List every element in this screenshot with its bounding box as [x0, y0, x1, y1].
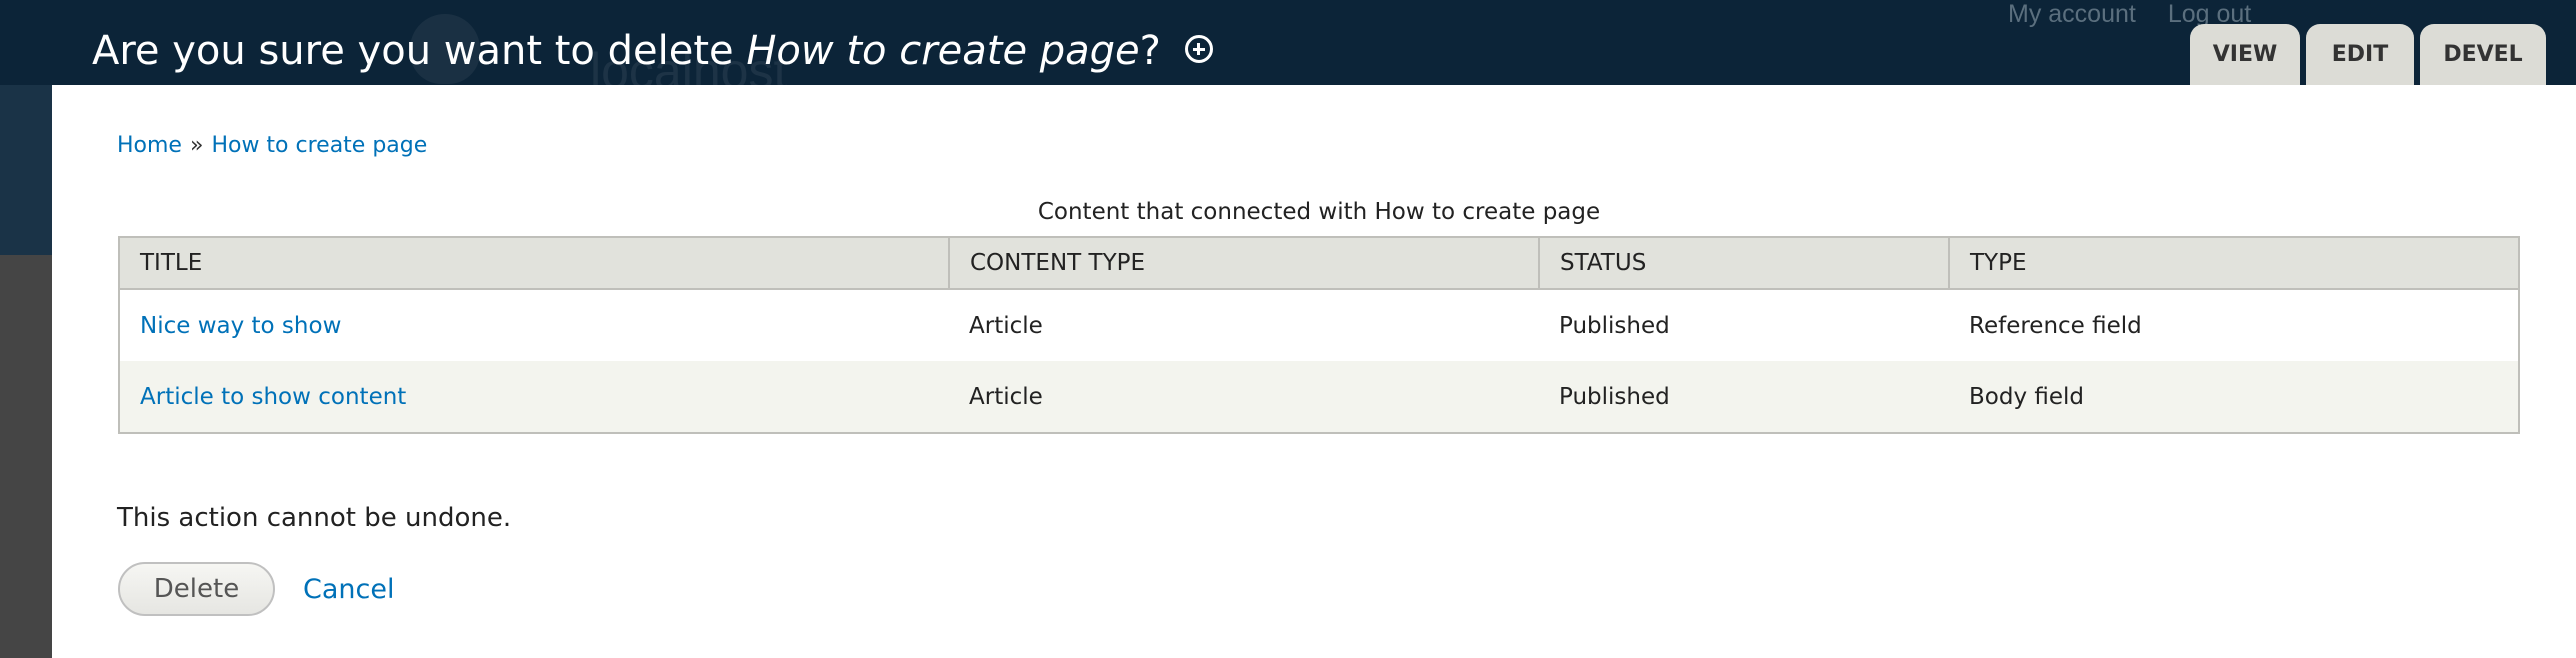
main-content: Home » How to create page Content that con… [52, 85, 2576, 658]
column-header-content-type: CONTENT TYPE [948, 237, 1539, 290]
row-title-link[interactable]: Nice way to show [140, 313, 341, 339]
row-content-type-cell: Article [949, 289, 1539, 361]
table-row: Nice way to show Article Published Refer… [119, 289, 2519, 361]
table-caption: Content that connected with How to creat… [1037, 199, 1601, 225]
row-status-cell: Published [1539, 289, 1949, 361]
row-title-cell: Nice way to show [119, 289, 949, 361]
table-row: Article to show content Article Publishe… [119, 361, 2519, 433]
column-header-status: STATUS [1538, 237, 1949, 290]
column-header-title: TITLE [119, 237, 949, 290]
page-title-prefix: Are you sure you want to delete [92, 28, 747, 74]
irreversible-warning: This action cannot be undone. [117, 503, 512, 533]
page-title: Are you sure you want to delete How to c… [92, 28, 1213, 74]
breadcrumb-home-link[interactable]: Home [117, 133, 182, 158]
page-title-suffix: ? [1139, 28, 1161, 74]
primary-tabs: VIEW EDIT DEVEL [2190, 24, 2546, 85]
row-type-cell: Body field [1949, 361, 2519, 433]
row-content-type-cell: Article [949, 361, 1539, 433]
tab-view[interactable]: VIEW [2190, 24, 2300, 85]
page-title-item: How to create page [746, 28, 1140, 74]
delete-button[interactable]: Delete [118, 562, 275, 616]
column-header-type: TYPE [1948, 237, 2519, 290]
breadcrumb-current-link[interactable]: How to create page [211, 133, 427, 158]
plus-circle-icon[interactable] [1184, 35, 1213, 63]
row-status-cell: Published [1539, 361, 1949, 433]
cancel-link[interactable]: Cancel [303, 574, 394, 605]
row-title-cell: Article to show content [119, 361, 949, 433]
breadcrumb: Home » How to create page [117, 133, 427, 158]
connected-content-table: TITLE CONTENT TYPE STATUS TYPE Nice way … [118, 236, 2520, 434]
breadcrumb-separator: » [189, 133, 204, 158]
tab-devel[interactable]: DEVEL [2420, 24, 2546, 85]
row-type-cell: Reference field [1949, 289, 2519, 361]
tab-edit[interactable]: EDIT [2306, 24, 2414, 85]
table-header-row: TITLE CONTENT TYPE STATUS TYPE [119, 237, 2519, 290]
my-account-link[interactable]: My account [2008, 0, 2136, 29]
left-background-band [0, 85, 52, 255]
row-title-link[interactable]: Article to show content [140, 384, 406, 410]
